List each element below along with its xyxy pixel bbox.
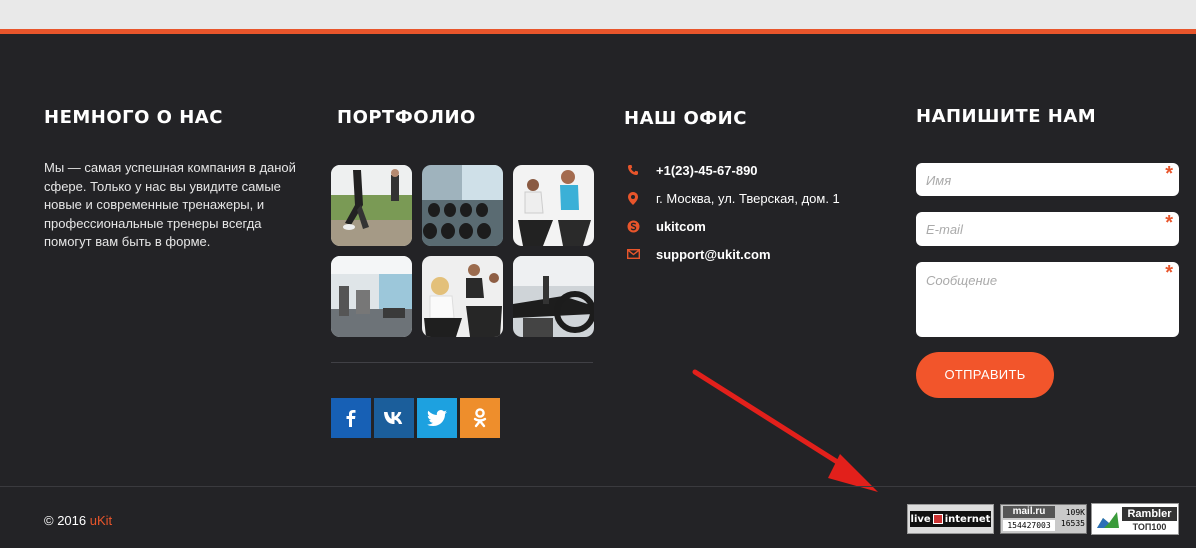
vk-icon [384,412,403,424]
top-bar [0,0,1196,29]
phone-icon [626,163,640,177]
liveinternet-left: live [910,513,931,525]
name-field-placeholder: Имя [926,173,952,188]
facebook-icon [346,410,356,427]
portfolio-thumb-gym-hall[interactable] [331,256,412,337]
office-skype: ukitcom [626,216,706,236]
facebook-button[interactable] [331,398,371,438]
bottom-divider [0,486,1196,487]
message-field-placeholder: Сообщение [926,273,998,288]
office-phone: +1(23)-45-67-890 [626,160,758,180]
envelope-icon [626,247,640,261]
send-button[interactable]: ОТПРАВИТЬ [916,352,1054,398]
required-mark: * [1165,212,1173,234]
office-phone-text[interactable]: +1(23)-45-67-890 [656,163,758,178]
about-title: НЕМНОГО О НАС [44,107,223,128]
office-address-text: г. Москва, ул. Тверская, дом. 1 [656,190,840,206]
portfolio-thumb-treadmill[interactable] [513,256,594,337]
mailru-day: 109K [1065,508,1085,517]
portfolio-thumb-spin-class[interactable] [513,165,594,246]
twitter-button[interactable] [417,398,457,438]
liveinternet-logo-icon [932,514,943,524]
office-address: г. Москва, ул. Тверская, дом. 1 [626,188,840,208]
portfolio-divider [331,362,593,363]
office-skype-text[interactable]: ukitcom [656,219,706,234]
portfolio-thumb-dumbbells[interactable] [422,165,503,246]
vk-button[interactable] [374,398,414,438]
about-text: Мы — самая успешная компания в даной сфе… [44,160,296,249]
name-field[interactable]: Имя * [916,163,1179,196]
required-mark: * [1165,262,1173,284]
rambler-counter[interactable]: Rambler ТОП100 [1091,503,1179,535]
email-field[interactable]: E-mail * [916,212,1179,246]
skype-icon [626,219,640,233]
office-email: support@ukit.com [626,244,771,264]
mailru-counter[interactable]: mail.ru 154427003 109K 16535 [1000,504,1087,534]
portfolio-title: ПОРТФОЛИО [337,107,476,128]
email-field-placeholder: E-mail [926,222,963,237]
liveinternet-counter[interactable]: live internet [907,504,994,534]
mailru-total: 154427003 [1003,520,1055,531]
message-field[interactable]: Сообщение * [916,262,1179,337]
portfolio-thumb-runners[interactable] [331,165,412,246]
mailru-logo: mail.ru [1003,506,1055,518]
copyright-text: © 2016 [44,513,87,528]
mailru-visitors: 16535 [1060,519,1085,528]
rambler-top100: ТОП100 [1132,522,1167,532]
required-mark: * [1165,163,1173,185]
red-arrow-annotation [692,369,878,492]
contact-title: НАПИШИТЕ НАМ [916,106,1097,127]
copyright: © 2016 uKit [44,513,112,528]
twitter-icon [427,410,447,426]
office-title: НАШ ОФИС [624,108,747,129]
liveinternet-right: internet [944,513,991,525]
footer [0,34,1196,486]
rambler-logo-icon [1097,512,1119,528]
odnoklassniki-button[interactable] [460,398,500,438]
odnoklassniki-icon [473,408,487,428]
portfolio-thumb-bike-class[interactable] [422,256,503,337]
rambler-logo-text: Rambler [1122,507,1177,521]
office-email-text[interactable]: support@ukit.com [656,247,771,262]
ukit-link[interactable]: uKit [90,513,112,528]
location-pin-icon [626,191,640,205]
